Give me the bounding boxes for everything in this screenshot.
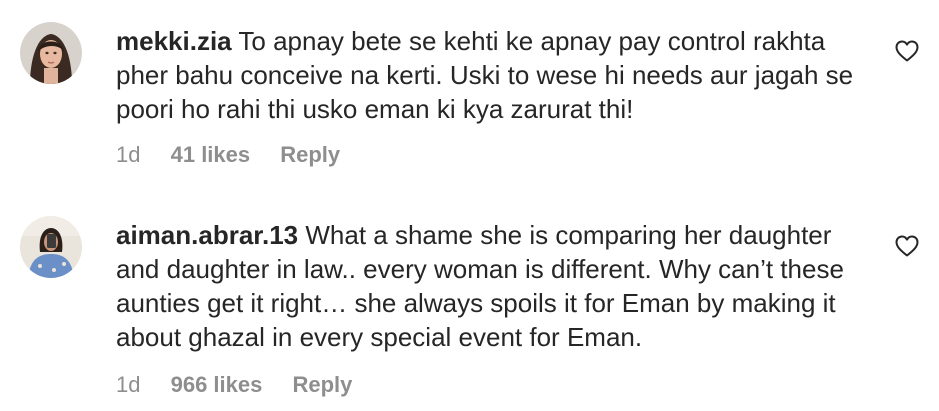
reply-button[interactable]: Reply — [292, 372, 352, 398]
comment-body: mekki.zia To apnay bete se kehti ke apna… — [116, 24, 876, 126]
avatar-photo — [20, 22, 82, 84]
comment-item: mekki.zia To apnay bete se kehti ke apna… — [0, 0, 939, 200]
user-avatar[interactable] — [20, 22, 82, 84]
comment-time[interactable]: 1d — [116, 142, 140, 168]
username[interactable]: aiman.abrar.13 — [116, 220, 298, 250]
comment-time[interactable]: 1d — [116, 372, 140, 398]
heart-outline-icon[interactable] — [895, 40, 919, 62]
comment-body: aiman.abrar.13 What a shame she is compa… — [116, 218, 876, 354]
likes-count[interactable]: 41 likes — [171, 142, 251, 168]
comment-meta: 1d 966 likes Reply — [116, 372, 352, 398]
user-avatar[interactable] — [20, 216, 82, 278]
heart-outline-icon[interactable] — [895, 235, 919, 257]
reply-button[interactable]: Reply — [280, 142, 340, 168]
likes-count[interactable]: 966 likes — [171, 372, 263, 398]
username[interactable]: mekki.zia — [116, 26, 232, 56]
comment-meta: 1d 41 likes Reply — [116, 142, 340, 168]
avatar-photo — [20, 216, 82, 278]
comment-item: aiman.abrar.13 What a shame she is compa… — [0, 200, 939, 411]
